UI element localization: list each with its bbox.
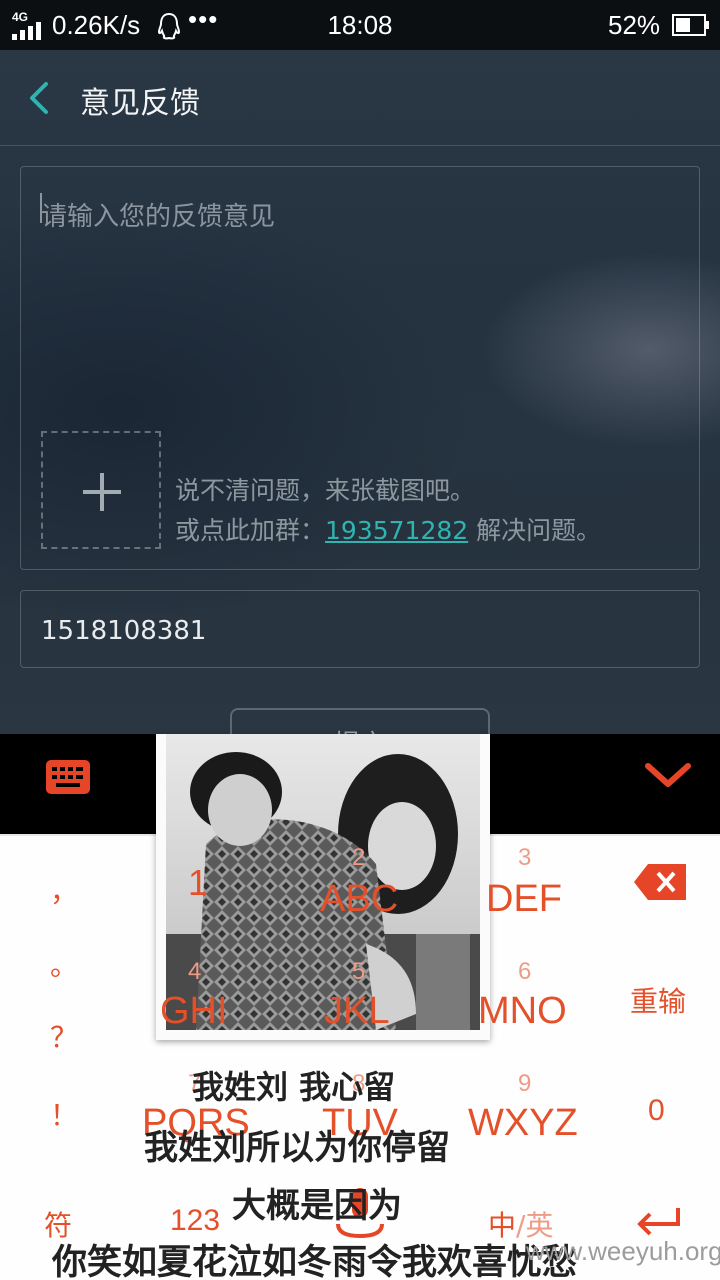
- key-question[interactable]: ？: [50, 1016, 78, 1056]
- key-0[interactable]: 0: [648, 1094, 665, 1128]
- key-9-letters: WXYZ: [468, 1102, 578, 1144]
- battery-percent: 52%: [608, 10, 661, 40]
- add-icon: [83, 473, 121, 511]
- group-hint: 或点此加群：193571282 解决问题。: [175, 511, 601, 547]
- back-icon[interactable]: [22, 76, 62, 120]
- page-title: 意见反馈: [80, 86, 200, 121]
- contact-input[interactable]: [41, 609, 681, 653]
- lyric-line-3: 大概是因为: [232, 1186, 402, 1226]
- key-1-number: 1: [188, 862, 209, 903]
- lyric-line-4: 你笑如夏花泣如冬雨令我欢喜忧愁: [52, 1242, 578, 1280]
- key-6-number: 6: [518, 958, 532, 985]
- title-bar: 意见反馈: [0, 50, 720, 146]
- key-period[interactable]: 。: [50, 944, 78, 984]
- backspace-icon[interactable]: [634, 864, 686, 900]
- enter-icon[interactable]: [636, 1206, 682, 1236]
- lyric-line-1: 我姓刘 我心留: [192, 1068, 396, 1106]
- feedback-area: 说不清问题，来张截图吧。 或点此加群：193571282 解决问题。: [20, 166, 700, 570]
- lyric-line-2: 我姓刘所以为你停留: [144, 1128, 450, 1168]
- key-3-letters: DEF: [486, 878, 562, 920]
- group-hint-prefix: 或点此加群：: [175, 516, 326, 545]
- add-screenshot-button[interactable]: [41, 431, 161, 549]
- key-6-letters: MNO: [478, 990, 567, 1032]
- numbers-key[interactable]: 123: [170, 1204, 220, 1238]
- collapse-icon[interactable]: [644, 760, 692, 790]
- keyboard-icon[interactable]: [46, 760, 90, 794]
- key-5-number: 5: [352, 958, 366, 985]
- retype-key[interactable]: 重输: [630, 980, 686, 1020]
- contact-field: [20, 590, 700, 668]
- status-bar: 4G 0.26K/s ••• 18:08 52%: [0, 0, 720, 50]
- feedback-input[interactable]: [41, 187, 681, 247]
- key-4-letters: GHI: [160, 990, 228, 1032]
- key-2-number: 2: [352, 844, 366, 871]
- key-comma[interactable]: ，: [50, 870, 78, 910]
- text-cursor: [40, 193, 42, 223]
- group-number-link[interactable]: 193571282: [325, 516, 468, 545]
- group-hint-suffix: 解决问题。: [468, 516, 602, 545]
- battery-icon: [672, 14, 709, 36]
- watermark: www.weeyuh.org: [526, 1236, 720, 1266]
- key-5-letters: JKL: [324, 990, 390, 1032]
- screenshot-hint: 说不清问题，来张截图吧。: [175, 476, 476, 505]
- key-4-number: 4: [188, 958, 202, 985]
- key-3-number: 3: [518, 844, 532, 871]
- key-2-letters: ABC: [320, 878, 399, 920]
- key-exclamation[interactable]: ！: [50, 1094, 78, 1134]
- key-9-number: 9: [518, 1070, 532, 1097]
